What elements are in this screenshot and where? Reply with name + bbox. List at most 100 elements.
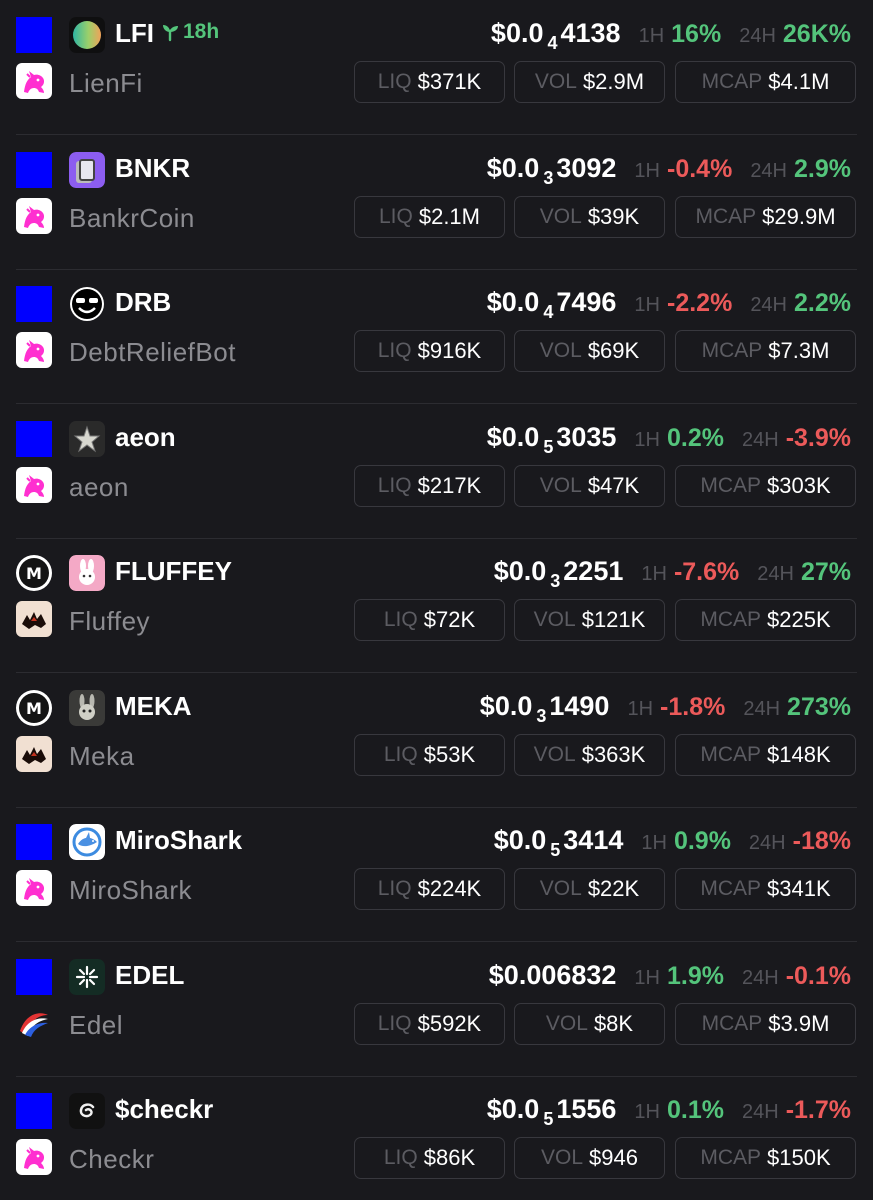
price-digits: 2251 bbox=[563, 556, 624, 586]
price-zero-count: 3 bbox=[543, 168, 554, 188]
market-cap-box[interactable]: MCAP $150K bbox=[675, 1137, 856, 1179]
bunny-icon bbox=[69, 555, 105, 591]
token-row[interactable]: LFI 18h LienFi $0.0 4 4138 1H 16% 24H 26K%… bbox=[0, 0, 873, 135]
vol-value: $946 bbox=[589, 1145, 638, 1170]
market-cap-box[interactable]: MCAP $341K bbox=[675, 868, 856, 910]
liquidity-box[interactable]: LIQ $224K bbox=[354, 868, 505, 910]
token-row[interactable]: M MEKA Meka $0.0 3 1490 1H -1.8% 24H 273% … bbox=[0, 673, 873, 808]
mcap-label: MCAP bbox=[701, 1012, 763, 1035]
sparkle-icon bbox=[69, 959, 105, 995]
token-price: $0.0 3 1490 bbox=[480, 687, 610, 735]
token-row[interactable]: M FLUFFEY Fluffey $0.0 3 2251 1H -7.6% 24H… bbox=[0, 538, 873, 673]
token-row[interactable]: BNKR BankrCoin $0.0 3 3092 1H -0.4% 24H 2.… bbox=[0, 135, 873, 270]
volume-box[interactable]: VOL $946 bbox=[514, 1137, 665, 1179]
price-zero-count: 3 bbox=[550, 571, 561, 591]
liq-value: $916K bbox=[417, 338, 482, 363]
market-cap-box[interactable]: MCAP $3.9M bbox=[675, 1003, 856, 1045]
price-bar: $0.006832 1H 1.9% 24H -0.1% bbox=[489, 956, 851, 997]
price-zero-count: 3 bbox=[536, 706, 547, 726]
vol-value: $121K bbox=[581, 607, 646, 632]
market-cap-box[interactable]: MCAP $225K bbox=[675, 599, 856, 641]
mcap-label: MCAP bbox=[695, 205, 757, 228]
volume-box[interactable]: VOL $69K bbox=[514, 330, 665, 372]
market-cap-box[interactable]: MCAP $4.1M bbox=[675, 61, 856, 103]
liq-label: LIQ bbox=[377, 339, 412, 362]
blue-square-icon bbox=[16, 824, 52, 860]
price-bar: $0.0 3 2251 1H -7.6% 24H 27% bbox=[494, 552, 851, 600]
token-row[interactable]: aeon aeon $0.0 5 3035 1H 0.2% 24H -3.9% LI… bbox=[0, 404, 873, 539]
token-price: $0.0 4 7496 bbox=[487, 283, 617, 331]
vol-label: VOL bbox=[539, 339, 582, 362]
change-1h-label: 1H bbox=[641, 832, 667, 854]
volume-box[interactable]: VOL $39K bbox=[514, 196, 665, 238]
mcap-value: $341K bbox=[767, 876, 831, 901]
change-24h-value: -0.1% bbox=[785, 962, 851, 990]
token-ticker: aeon bbox=[115, 422, 176, 452]
token-price: $0.0 4 4138 bbox=[491, 14, 621, 62]
blue-square-icon bbox=[16, 959, 52, 995]
volume-box[interactable]: VOL $8K bbox=[514, 1003, 665, 1045]
market-cap-box[interactable]: MCAP $7.3M bbox=[675, 330, 856, 372]
blue-square-icon bbox=[16, 286, 52, 322]
token-price: $0.0 3 2251 bbox=[494, 552, 624, 600]
liq-label: LIQ bbox=[383, 1146, 418, 1169]
shark-icon bbox=[69, 824, 105, 860]
change-1h-value: 0.2% bbox=[667, 424, 724, 452]
liquidity-box[interactable]: LIQ $86K bbox=[354, 1137, 505, 1179]
price-prefix: $0.0 bbox=[486, 153, 540, 183]
change-24h-value: 273% bbox=[787, 693, 851, 721]
change-1h-value: 0.1% bbox=[667, 1096, 724, 1124]
price-zero-count: 5 bbox=[543, 1109, 554, 1129]
liquidity-box[interactable]: LIQ $53K bbox=[354, 734, 505, 776]
token-row[interactable]: DRB DebtReliefBot $0.0 4 7496 1H -2.2% 24H… bbox=[0, 269, 873, 404]
volume-box[interactable]: VOL $363K bbox=[514, 734, 665, 776]
liq-label: LIQ bbox=[377, 474, 412, 497]
price-digits: 7496 bbox=[556, 287, 617, 317]
price-digits: 3414 bbox=[563, 825, 624, 855]
token-row[interactable]: $checkr Checkr $0.0 5 1556 1H 0.1% 24H -1.… bbox=[0, 1076, 873, 1200]
token-price: $0.0 5 3035 bbox=[487, 418, 617, 466]
change-1h-value: 0.9% bbox=[673, 827, 731, 855]
change-24h-value: 27% bbox=[800, 558, 851, 586]
liquidity-box[interactable]: LIQ $217K bbox=[354, 465, 505, 507]
market-cap-box[interactable]: MCAP $303K bbox=[675, 465, 856, 507]
volume-box[interactable]: VOL $2.9M bbox=[514, 61, 665, 103]
blue-square-icon bbox=[16, 152, 52, 188]
liquidity-box[interactable]: LIQ $592K bbox=[354, 1003, 505, 1045]
token-name: MiroShark bbox=[69, 875, 192, 905]
price-digits: 3035 bbox=[556, 422, 617, 452]
mcap-value: $303K bbox=[767, 473, 831, 498]
liquidity-box[interactable]: LIQ $916K bbox=[354, 330, 505, 372]
change-24h-label: 24H bbox=[757, 563, 794, 585]
mcap-label: MCAP bbox=[700, 877, 762, 900]
volume-box[interactable]: VOL $121K bbox=[514, 599, 665, 641]
vol-label: VOL bbox=[534, 70, 577, 93]
liquidity-box[interactable]: LIQ $2.1M bbox=[354, 196, 505, 238]
change-1h-label: 1H bbox=[634, 294, 660, 316]
change-1h-label: 1H bbox=[634, 429, 660, 451]
liquidity-box[interactable]: LIQ $371K bbox=[354, 61, 505, 103]
liquidity-box[interactable]: LIQ $72K bbox=[354, 599, 505, 641]
uniswap-unicorn-icon bbox=[16, 332, 52, 368]
token-row[interactable]: MiroShark MiroShark $0.0 5 3414 1H 0.9% 24… bbox=[0, 807, 873, 942]
mcap-value: $7.3M bbox=[768, 338, 830, 363]
change-24h-value: -18% bbox=[792, 827, 851, 855]
volume-box[interactable]: VOL $47K bbox=[514, 465, 665, 507]
volume-box[interactable]: VOL $22K bbox=[514, 868, 665, 910]
change-24h-label: 24H bbox=[741, 1101, 779, 1123]
token-ticker: BNKR bbox=[115, 153, 191, 183]
price-bar: $0.0 4 4138 1H 16% 24H 26K% bbox=[491, 14, 851, 62]
market-cap-box[interactable]: MCAP $29.9M bbox=[675, 196, 856, 238]
change-24h-value: 2.9% bbox=[794, 155, 851, 183]
uniswap-unicorn-icon bbox=[16, 63, 52, 99]
price-bar: $0.0 4 7496 1H -2.2% 24H 2.2% bbox=[487, 283, 851, 331]
bankr-phone-icon bbox=[69, 152, 105, 188]
change-1h-value: -0.4% bbox=[667, 155, 733, 183]
liq-value: $86K bbox=[423, 1145, 476, 1170]
price-prefix: $0.0 bbox=[486, 1094, 540, 1124]
star-icon bbox=[69, 421, 105, 457]
mcap-value: $29.9M bbox=[762, 204, 836, 229]
market-cap-box[interactable]: MCAP $148K bbox=[675, 734, 856, 776]
token-price: $0.0 5 3414 bbox=[494, 821, 624, 869]
token-row[interactable]: EDEL Edel $0.006832 1H 1.9% 24H -0.1% LI… bbox=[0, 942, 873, 1077]
